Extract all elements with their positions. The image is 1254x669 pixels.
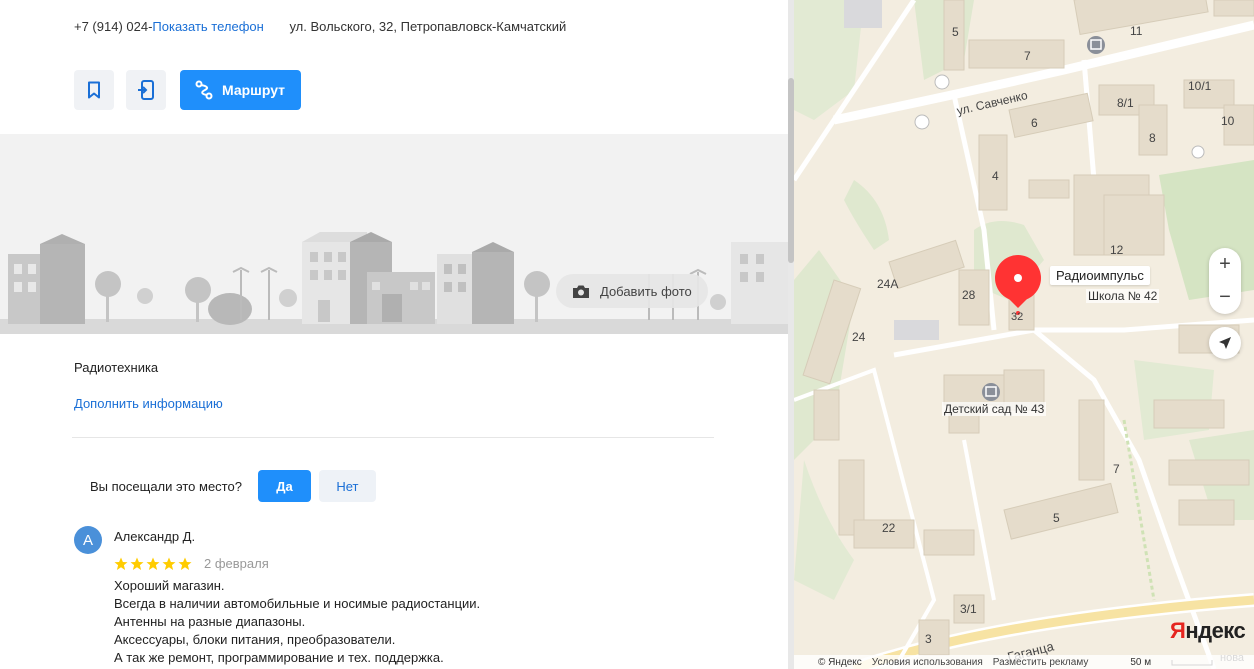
map[interactable]: 5 7 11 10/1 8/1 6 8 10 4 12 24А 28 32 24… — [794, 0, 1254, 669]
yandex-logo[interactable]: Яндекс — [1170, 618, 1246, 644]
review-date: 2 февраля — [204, 556, 269, 571]
star-icon — [114, 557, 128, 570]
organization-panel: +7 (914) 024-Показать телефон ул. Вольск… — [0, 0, 788, 669]
house-number: 3/1 — [960, 602, 977, 616]
visited-question: Вы посещали это место? — [90, 478, 242, 494]
more-info-link[interactable]: Дополнить информацию — [74, 396, 223, 411]
house-number: 22 — [882, 521, 896, 535]
scale-label: 50 м — [1130, 656, 1152, 668]
star-icon — [130, 557, 144, 570]
poi-kindergarten[interactable]: Детский сад № 43 — [942, 402, 1047, 416]
copyright-text: © Яндекс — [818, 656, 862, 668]
yes-button[interactable]: Да — [257, 470, 311, 502]
house-number: 24 — [852, 330, 866, 344]
house-number: 8 — [1149, 131, 1156, 145]
review-line: Всегда в наличии автомобильные и носимые… — [114, 596, 481, 611]
logo-first-letter: Я — [1170, 618, 1186, 643]
add-photo-label: Добавить фото — [600, 283, 692, 299]
rating-stars — [114, 557, 192, 571]
category-text: Радиотехника — [74, 360, 159, 375]
phone-number: +7 (914) 024- — [74, 19, 153, 34]
send-to-phone-button[interactable] — [126, 70, 166, 110]
add-photo-button[interactable]: Добавить фото — [556, 274, 708, 308]
house-number: 6 — [1031, 116, 1038, 130]
bookmark-icon — [88, 81, 100, 99]
logo-rest: ндекс — [1185, 618, 1246, 643]
zoom-control: + − — [1209, 248, 1241, 314]
terms-link[interactable]: Условия использования — [872, 657, 983, 668]
address-text[interactable]: ул. Вольского, 32, Петропавловск-Камчатс… — [289, 19, 566, 34]
house-number: 5 — [1053, 511, 1060, 525]
poi-school[interactable]: Школа № 42 — [1086, 289, 1160, 303]
review-author[interactable]: Александр Д. — [114, 529, 195, 544]
zoom-in-button[interactable]: + — [1209, 248, 1241, 281]
route-icon — [195, 80, 213, 100]
avatar[interactable]: А — [74, 526, 102, 554]
show-phone-link[interactable]: Показать телефон — [152, 19, 263, 34]
house-number: 11 — [1130, 24, 1143, 38]
review-line: Аксессуары, блоки питания, преобразовате… — [114, 632, 396, 647]
review-text: Хороший магазин. Всегда в наличии автомоб… — [114, 577, 674, 667]
house-number: 3 — [925, 632, 932, 646]
ads-link[interactable]: Разместить рекламу — [993, 657, 1089, 668]
place-marker-label[interactable]: Радиоимпульс — [1050, 266, 1150, 285]
phone-send-icon — [138, 80, 154, 100]
star-icon — [146, 557, 160, 570]
route-button[interactable]: Маршрут — [180, 70, 302, 110]
house-number: 28 — [962, 288, 976, 302]
map-footer: © Яндекс Условия использования Разместит… — [794, 655, 1254, 669]
star-icon — [162, 557, 176, 570]
camera-icon — [573, 285, 589, 298]
star-icon — [178, 557, 192, 570]
house-number: 7 — [1113, 462, 1120, 476]
house-number: 32 — [1011, 311, 1024, 323]
house-number: 5 — [952, 25, 959, 39]
location-arrow-icon — [1219, 337, 1231, 349]
zoom-out-button[interactable]: − — [1209, 281, 1241, 314]
contacts-row: +7 (914) 024-Показать телефон ул. Вольск… — [74, 19, 566, 34]
divider — [72, 437, 714, 438]
house-number: 24А — [877, 277, 899, 291]
route-label: Маршрут — [222, 82, 286, 98]
review-line: А так же ремонт, программирование и тех.… — [114, 650, 444, 665]
no-button[interactable]: Нет — [318, 470, 376, 502]
review-line: Хороший магазин. — [114, 578, 225, 593]
house-number: 12 — [1110, 243, 1124, 257]
house-number: 7 — [1024, 49, 1031, 63]
house-number: 10 — [1221, 114, 1235, 128]
photo-placeholder: Добавить фото — [0, 134, 788, 334]
visited-question-row: Вы посещали это место? Да Нет — [90, 470, 376, 502]
bookmark-button[interactable] — [74, 70, 114, 110]
house-number: 8/1 — [1117, 96, 1134, 110]
house-number: 10/1 — [1188, 79, 1212, 93]
rating-row: 2 февраля — [114, 556, 269, 571]
action-buttons: Маршрут — [74, 70, 302, 110]
locate-button[interactable] — [1209, 327, 1241, 359]
review-line: Антенны на разные диапазоны. — [114, 614, 306, 629]
house-number: 4 — [992, 169, 999, 183]
